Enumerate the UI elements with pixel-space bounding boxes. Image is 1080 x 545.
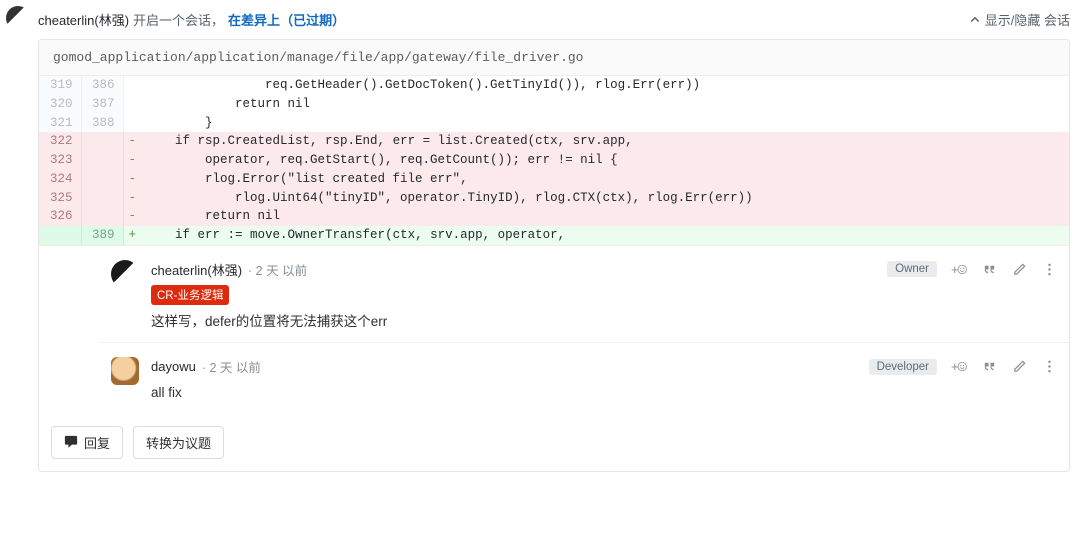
chevron-up-icon — [969, 14, 981, 26]
comment-author[interactable]: dayowu — [151, 359, 196, 374]
thread-body: cheaterlin(林强) 开启一个会话， 在差异上（已过期） 显示/隐藏 会… — [38, 6, 1070, 472]
new-line-number — [81, 151, 123, 170]
comment-main: cheaterlin(林强) · 2 天 以前 Owner + CR-业务逻辑这样写，d… — [151, 260, 1057, 333]
old-line-number: 324 — [39, 170, 81, 189]
diff-sign: - — [123, 151, 141, 170]
add-reaction-button[interactable]: + — [951, 359, 967, 375]
code-cell: rlog.Error("list created file err", — [141, 170, 1069, 189]
old-line-number: 321 — [39, 114, 81, 133]
new-line-number — [81, 207, 123, 226]
add-reaction-button[interactable]: + — [951, 261, 967, 277]
comment-body: 这样写，defer的位置将无法捕获这个err — [151, 311, 1057, 333]
convert-issue-label: 转换为议题 — [146, 433, 211, 452]
thread-header-left: cheaterlin(林强) 开启一个会话， 在差异上（已过期） — [38, 10, 345, 29]
new-line-number: 388 — [81, 114, 123, 133]
old-line-number: 326 — [39, 207, 81, 226]
diff-sign: - — [123, 132, 141, 151]
new-line-number — [81, 132, 123, 151]
code-cell: return nil — [141, 207, 1069, 226]
comment-avatar[interactable] — [111, 260, 139, 288]
old-line-number — [39, 226, 81, 245]
old-line-number: 323 — [39, 151, 81, 170]
quote-button[interactable] — [981, 359, 997, 375]
discussion-section: 2 cheaterlin(林强) · 2 天 以前 Owner + CR-业务逻辑这样写… — [39, 245, 1069, 471]
code-cell: operator, req.GetStart(), req.GetCount()… — [141, 151, 1069, 170]
toggle-discussion-button[interactable]: 显示/隐藏 会话 — [969, 10, 1070, 29]
edit-button[interactable] — [1011, 261, 1027, 277]
diff-row[interactable]: 324 - rlog.Error("list created file err", — [39, 170, 1069, 189]
thread-status[interactable]: 在差异上（已过期） — [228, 10, 345, 29]
code-cell: } — [141, 114, 1069, 133]
diff-sign — [123, 95, 141, 114]
comment-author[interactable]: cheaterlin(林强) — [151, 260, 242, 279]
new-line-number — [81, 170, 123, 189]
thread-action-text: 开启一个会话， — [133, 10, 224, 29]
diff-sign: - — [123, 207, 141, 226]
comment-head: dayowu · 2 天 以前 Developer + — [151, 357, 1057, 376]
code-cell: rlog.Uint64("tinyID", operator.TinyID), … — [141, 189, 1069, 208]
code-cell: req.GetHeader().GetDocToken().GetTinyId(… — [141, 76, 1069, 95]
more-actions-button[interactable] — [1041, 359, 1057, 375]
role-badge: Developer — [869, 359, 937, 375]
role-badge: Owner — [887, 261, 937, 277]
diff-row[interactable]: 320387 return nil — [39, 95, 1069, 114]
diff-container: gomod_application/application/manage/fil… — [38, 39, 1070, 472]
comment: dayowu · 2 天 以前 Developer + all fix — [99, 343, 1069, 414]
comment-main: dayowu · 2 天 以前 Developer + all fix — [151, 357, 1057, 404]
review-tag: CR-业务逻辑 — [151, 285, 229, 305]
diff-row[interactable]: 323 - operator, req.GetStart(), req.GetCo… — [39, 151, 1069, 170]
code-cell: if err := move.OwnerTransfer(ctx, srv.ap… — [141, 226, 1069, 245]
gutter-spacer: 2 — [39, 246, 99, 414]
diff-row[interactable]: 321388 } — [39, 114, 1069, 133]
file-path[interactable]: gomod_application/application/manage/fil… — [39, 40, 1069, 76]
new-line-number: 386 — [81, 76, 123, 95]
old-line-number: 319 — [39, 76, 81, 95]
edit-button[interactable] — [1011, 359, 1027, 375]
comment-time: · 2 天 以前 — [248, 260, 307, 279]
old-line-number: 322 — [39, 132, 81, 151]
diff-row[interactable]: 322 - if rsp.CreatedList, rsp.End, err = … — [39, 132, 1069, 151]
diff-row[interactable]: 389+ if err := move.OwnerTransfer(ctx, s… — [39, 226, 1069, 245]
diff-sign: - — [123, 170, 141, 189]
thread-author-name[interactable]: cheaterlin(林强) — [38, 10, 129, 29]
comment-body: all fix — [151, 382, 1057, 404]
comment-actions: Owner + — [887, 261, 1057, 277]
code-cell: return nil — [141, 95, 1069, 114]
toggle-label: 显示/隐藏 会话 — [985, 10, 1070, 29]
comment-head: cheaterlin(林强) · 2 天 以前 Owner + — [151, 260, 1057, 279]
diff-sign: + — [123, 226, 141, 245]
diff-sign: - — [123, 189, 141, 208]
comment-time: · 2 天 以前 — [202, 357, 261, 376]
diff-row[interactable]: 325 - rlog.Uint64("tinyID", operator.Tiny… — [39, 189, 1069, 208]
thread-header: cheaterlin(林强) 开启一个会话， 在差异上（已过期） 显示/隐藏 会… — [38, 6, 1070, 37]
comment-avatar[interactable] — [111, 357, 139, 385]
reply-button[interactable]: 回复 — [51, 426, 123, 459]
comment-icon — [64, 435, 78, 449]
footer-actions: 回复 转换为议题 — [39, 414, 1069, 471]
convert-issue-button[interactable]: 转换为议题 — [133, 426, 224, 459]
new-line-number — [81, 189, 123, 208]
diff-table: 319386 req.GetHeader().GetDocToken().Get… — [39, 76, 1069, 245]
diff-sign — [123, 114, 141, 133]
old-line-number: 320 — [39, 95, 81, 114]
code-cell: if rsp.CreatedList, rsp.End, err = list.… — [141, 132, 1069, 151]
new-line-number: 387 — [81, 95, 123, 114]
new-line-number: 389 — [81, 226, 123, 245]
comment: cheaterlin(林强) · 2 天 以前 Owner + CR-业务逻辑这样写，d… — [99, 246, 1069, 344]
diff-row[interactable]: 326 - return nil — [39, 207, 1069, 226]
comments-list: cheaterlin(林强) · 2 天 以前 Owner + CR-业务逻辑这样写，d… — [99, 246, 1069, 414]
thread-author-avatar[interactable] — [6, 6, 30, 30]
discussion-thread: cheaterlin(林强) 开启一个会话， 在差异上（已过期） 显示/隐藏 会… — [0, 0, 1080, 482]
quote-button[interactable] — [981, 261, 997, 277]
diff-sign — [123, 76, 141, 95]
old-line-number: 325 — [39, 189, 81, 208]
diff-row[interactable]: 319386 req.GetHeader().GetDocToken().Get… — [39, 76, 1069, 95]
reply-label: 回复 — [84, 433, 110, 452]
comment-actions: Developer + — [869, 359, 1057, 375]
more-actions-button[interactable] — [1041, 261, 1057, 277]
